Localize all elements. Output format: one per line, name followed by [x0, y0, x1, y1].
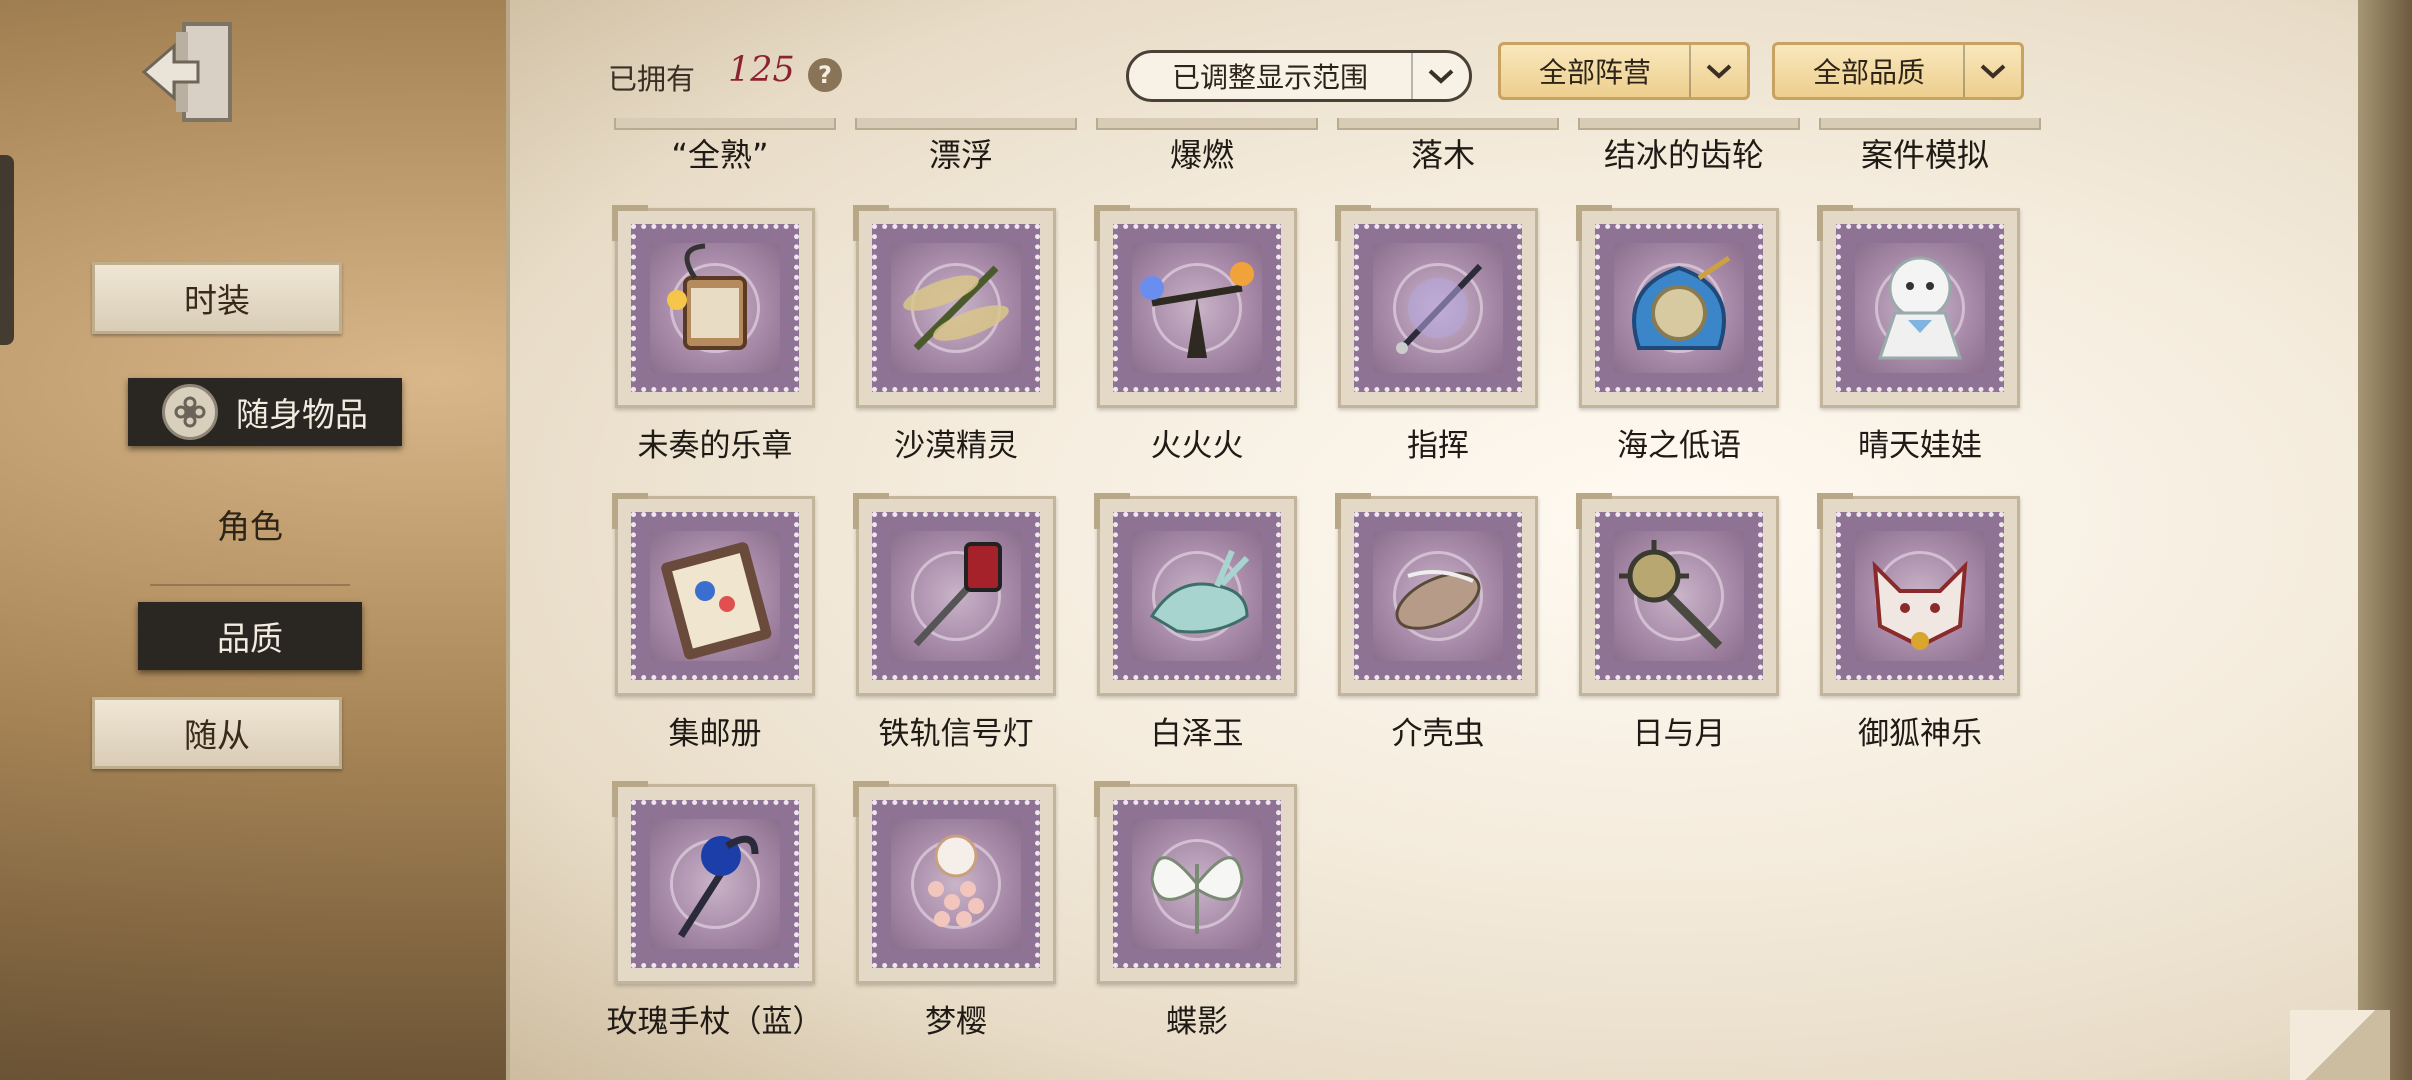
- range-filter-label: 已调整显示范围: [1171, 61, 1368, 94]
- sun-key-icon: [1619, 540, 1723, 650]
- item-name[interactable]: 结冰的齿轮: [1564, 130, 1804, 176]
- nav-fashion[interactable]: 时装: [92, 262, 342, 334]
- chevron-down-icon: [1963, 45, 2021, 97]
- card-frame-partial: [614, 118, 836, 130]
- nav-fashion-label: 时装: [184, 281, 250, 320]
- item-name[interactable]: 白泽玉: [1067, 708, 1327, 753]
- sakura-hairpin-icon: [928, 834, 984, 927]
- item-name[interactable]: 爆燃: [1082, 130, 1322, 176]
- item-name[interactable]: 落木: [1323, 130, 1563, 176]
- item-card[interactable]: [853, 781, 1056, 984]
- item-name[interactable]: 漂浮: [841, 130, 1081, 176]
- card-frame-partial: [1819, 118, 2041, 130]
- item-card[interactable]: [853, 493, 1056, 696]
- card-frame-partial: [1096, 118, 1318, 130]
- item-name[interactable]: “全熟”: [600, 130, 840, 176]
- range-filter-dropdown[interactable]: 已调整显示范围: [1126, 50, 1472, 102]
- dynamite-icon: [667, 243, 747, 350]
- beetle-icon: [1395, 570, 1481, 630]
- card-frame-partial: [1578, 118, 1800, 130]
- item-name[interactable]: 日与月: [1549, 708, 1809, 753]
- fox-mask-icon: [1872, 560, 1968, 650]
- quality-filter-label: 全部品质: [1812, 56, 1925, 89]
- item-card[interactable]: [1094, 781, 1297, 984]
- item-card[interactable]: [1094, 205, 1297, 408]
- item-name[interactable]: 晴天娃娃: [1790, 420, 2050, 465]
- nav-follower-label: 随从: [184, 716, 250, 755]
- jade-beast-icon: [1149, 549, 1250, 634]
- rose-cane-icon: [678, 835, 759, 938]
- item-card[interactable]: [1094, 493, 1297, 696]
- edge-tab[interactable]: [0, 155, 14, 345]
- nav-accessories-label: 随身物品: [236, 395, 368, 434]
- exit-icon[interactable]: [140, 18, 240, 126]
- item-name[interactable]: 未奏的乐章: [585, 420, 845, 465]
- item-card[interactable]: [1576, 205, 1779, 408]
- item-card[interactable]: [1817, 493, 2020, 696]
- item-name[interactable]: 玫瑰手杖（蓝）: [585, 996, 845, 1041]
- chevron-down-icon: [1689, 45, 1747, 97]
- item-card[interactable]: [853, 205, 1056, 408]
- chevron-down-icon: [1411, 53, 1469, 99]
- item-card[interactable]: [1335, 205, 1538, 408]
- camp-filter-label: 全部阵营: [1538, 56, 1651, 89]
- item-name[interactable]: 海之低语: [1549, 420, 1809, 465]
- item-card[interactable]: [1335, 493, 1538, 696]
- item-card[interactable]: [612, 781, 815, 984]
- item-card[interactable]: [1576, 493, 1779, 696]
- item-name[interactable]: 案件模拟: [1805, 130, 2045, 176]
- help-icon[interactable]: ?: [808, 58, 842, 92]
- item-name[interactable]: 集邮册: [585, 708, 845, 753]
- item-name[interactable]: 梦樱: [826, 996, 1086, 1041]
- baton-icon: [1396, 263, 1483, 354]
- signal-lamp-icon: [913, 542, 1002, 647]
- item-card[interactable]: [1817, 205, 2020, 408]
- butterfly-icon: [1150, 856, 1244, 934]
- item-card[interactable]: [612, 205, 815, 408]
- item-name[interactable]: 介壳虫: [1308, 708, 1568, 753]
- card-frame-partial: [855, 118, 1077, 130]
- nav-quality-label: 品质: [217, 619, 283, 658]
- item-card[interactable]: [612, 493, 815, 696]
- item-name[interactable]: 火火火: [1067, 420, 1327, 465]
- item-name[interactable]: 铁轨信号灯: [826, 708, 1086, 753]
- item-name[interactable]: 蝶影: [1067, 996, 1327, 1041]
- page-corner: [2290, 1010, 2390, 1080]
- owned-count: 125: [728, 50, 795, 90]
- item-name[interactable]: 指挥: [1308, 420, 1568, 465]
- nav-quality[interactable]: 品质: [138, 602, 362, 670]
- shield-flower-icon: [162, 384, 218, 440]
- item-name[interactable]: 沙漠精灵: [826, 420, 1086, 465]
- doll-icon: [1877, 256, 1963, 360]
- camp-filter-dropdown[interactable]: 全部阵营: [1498, 42, 1750, 100]
- nav-role-label: 角色: [217, 507, 283, 546]
- seashell-icon: [1632, 255, 1731, 350]
- seesaw-flame-icon: [1140, 262, 1254, 358]
- nav-role[interactable]: 角色: [150, 494, 350, 554]
- page-edge: [2358, 0, 2412, 1080]
- nav-follower[interactable]: 随从: [92, 697, 342, 769]
- owned-label: 已拥有: [608, 62, 696, 96]
- divider: [150, 584, 350, 586]
- nav-accessories[interactable]: 随身物品: [128, 378, 402, 446]
- dragonfly-icon: [903, 265, 1009, 351]
- stamp-album-icon: [661, 542, 772, 660]
- quality-filter-dropdown[interactable]: 全部品质: [1772, 42, 2024, 100]
- sidebar: 时装 随身物品 角色 品质 随从: [0, 0, 510, 1080]
- card-frame-partial: [1337, 118, 1559, 130]
- item-name[interactable]: 御狐神乐: [1790, 708, 2050, 753]
